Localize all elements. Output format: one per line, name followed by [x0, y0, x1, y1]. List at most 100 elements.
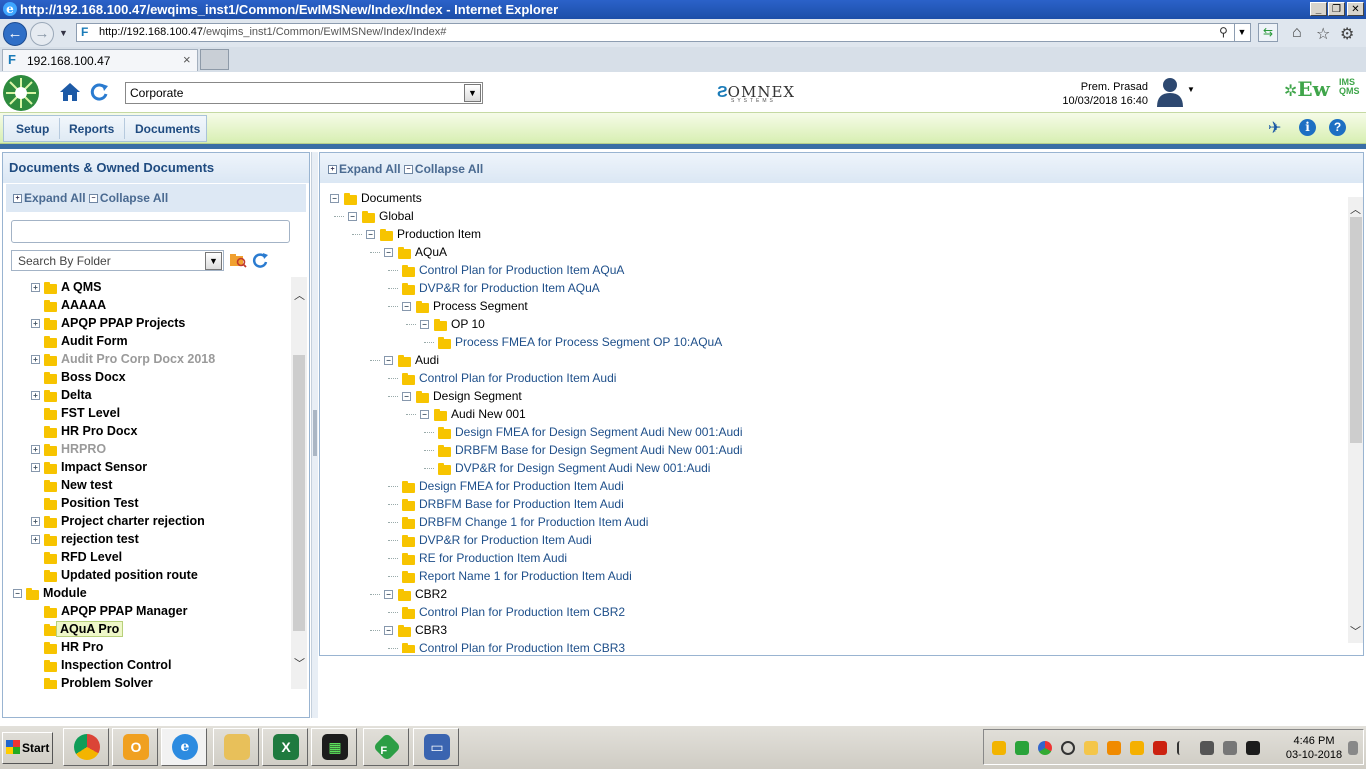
collapse-all-button[interactable]: − Collapse All — [88, 191, 168, 205]
minimize-button[interactable]: _ — [1310, 2, 1327, 16]
document-tree-item[interactable]: DVP&R for Production Item Audi — [320, 531, 1340, 549]
refresh-icon[interactable] — [252, 252, 269, 269]
address-url[interactable]: http://192.168.100.47/ewqims_inst1/Commo… — [99, 26, 446, 38]
close-window-button[interactable]: ✕ — [1347, 2, 1364, 16]
folder-tree-item[interactable]: + rejection test — [3, 531, 288, 549]
document-link[interactable]: DVP&R for Design Segment Audi New 001:Au… — [455, 461, 710, 475]
new-tab-button[interactable] — [200, 49, 229, 70]
network-icon[interactable] — [1200, 741, 1214, 755]
folder-tree-item[interactable]: AAAAA — [3, 297, 288, 315]
flag-icon[interactable] — [1177, 741, 1193, 755]
search-icon[interactable]: ⚲ — [1219, 25, 1228, 39]
update-icon[interactable] — [1107, 741, 1121, 755]
gear-icon[interactable]: ⚙ — [1340, 24, 1354, 44]
forward-button[interactable]: → — [30, 22, 54, 46]
company-select[interactable]: Corporate ▼ — [125, 82, 483, 104]
favorites-star-icon[interactable]: ☆ — [1316, 24, 1330, 44]
folder-tree-item[interactable]: − Process Segment — [320, 297, 1340, 315]
document-tree-item[interactable]: Report Name 1 for Production Item Audi — [320, 567, 1340, 585]
expand-node-icon[interactable]: + — [31, 283, 40, 292]
mail-icon[interactable] — [1084, 741, 1098, 755]
check-icon[interactable] — [1015, 741, 1029, 755]
pin-icon[interactable]: ✈ — [1268, 118, 1281, 138]
expand-node-icon[interactable]: + — [31, 319, 40, 328]
expand-all-button[interactable]: + Expand All — [13, 191, 86, 205]
expand-node-icon[interactable]: + — [31, 445, 40, 454]
document-tree-item[interactable]: DRBFM Base for Design Segment Audi New 0… — [320, 441, 1340, 459]
document-link[interactable]: DRBFM Base for Design Segment Audi New 0… — [455, 443, 742, 457]
compatibility-view-icon[interactable]: ⇆ — [1258, 23, 1278, 42]
search-input[interactable] — [11, 220, 290, 243]
folder-tree-item[interactable]: HR Pro — [3, 639, 288, 657]
collapse-node-icon[interactable]: − — [384, 248, 393, 257]
folder-tree-item[interactable]: + A QMS — [3, 279, 288, 297]
document-tree-item[interactable]: Control Plan for Production Item CBR2 — [320, 603, 1340, 621]
document-tree-item[interactable]: DVP&R for Design Segment Audi New 001:Au… — [320, 459, 1340, 477]
user-menu-dropdown-icon[interactable]: ▼ — [1187, 85, 1195, 94]
document-tree-item[interactable]: Control Plan for Production Item CBR3 — [320, 639, 1340, 653]
collapse-node-icon[interactable]: − — [330, 194, 339, 203]
folder-tree-item[interactable]: − Global — [320, 207, 1340, 225]
chevron-down-icon[interactable]: ▼ — [464, 84, 481, 102]
taskbar-excel[interactable]: X — [262, 728, 308, 766]
home-icon[interactable] — [59, 81, 81, 103]
document-tree-item[interactable]: DVP&R for Production Item AQuA — [320, 279, 1340, 297]
taskbar-explorer[interactable] — [213, 728, 259, 766]
collapse-node-icon[interactable]: − — [384, 590, 393, 599]
document-link[interactable]: Control Plan for Production Item Audi — [419, 371, 616, 385]
scroll-up-icon[interactable]: ︿ — [1350, 201, 1361, 217]
document-link[interactable]: Design FMEA for Production Item Audi — [419, 479, 624, 493]
folder-tree-item[interactable]: − CBR3 — [320, 621, 1340, 639]
collapse-node-icon[interactable]: − — [402, 392, 411, 401]
target-icon[interactable] — [1061, 741, 1075, 755]
taskbar-app[interactable]: ▦ — [311, 728, 357, 766]
folder-tree-item[interactable]: + APQP PPAP Projects — [3, 315, 288, 333]
expand-node-icon[interactable]: + — [31, 463, 40, 472]
document-tree-item[interactable]: Design FMEA for Design Segment Audi New … — [320, 423, 1340, 441]
colorwheel-icon[interactable] — [1038, 741, 1052, 755]
scroll-up-icon[interactable]: ︿ — [294, 287, 305, 303]
document-tree-item[interactable]: DRBFM Base for Production Item Audi — [320, 495, 1340, 513]
document-tree-item[interactable]: RE for Production Item Audi — [320, 549, 1340, 567]
taskbar-remote-desktop[interactable]: ▭ — [413, 728, 459, 766]
scroll-down-icon[interactable]: ﹀ — [1350, 623, 1361, 639]
folder-tree-item[interactable]: − AQuA — [320, 243, 1340, 261]
office-icon[interactable] — [1130, 741, 1144, 755]
browser-tab[interactable]: F 192.168.100.47 × — [2, 49, 198, 71]
document-link[interactable]: Design FMEA for Design Segment Audi New … — [455, 425, 742, 439]
collapse-node-icon[interactable]: − — [402, 302, 411, 311]
folder-tree-item[interactable]: HR Pro Docx — [3, 423, 288, 441]
document-link[interactable]: Process FMEA for Process Segment OP 10:A… — [455, 335, 722, 349]
splitter-handle[interactable] — [313, 410, 317, 456]
folder-tree-item[interactable]: − Production Item — [320, 225, 1340, 243]
history-dropdown-icon[interactable]: ▼ — [59, 28, 68, 38]
right-tree-scroll-thumb[interactable] — [1350, 217, 1362, 443]
folder-tree-item[interactable]: − Documents — [320, 189, 1340, 207]
folder-tree-item[interactable]: − OP 10 — [320, 315, 1340, 333]
back-button[interactable]: ← — [3, 22, 27, 46]
expand-all-button[interactable]: + Expand All — [328, 162, 401, 176]
folder-tree-item[interactable]: Inspection Control — [3, 657, 288, 675]
scroll-down-icon[interactable]: ﹀ — [294, 655, 305, 671]
panel-splitter[interactable] — [311, 152, 318, 718]
home-icon[interactable]: ⌂ — [1292, 24, 1302, 42]
folder-tree-item[interactable]: Problem Solver — [3, 675, 288, 689]
expand-node-icon[interactable]: + — [31, 355, 40, 364]
folder-tree-item[interactable]: − Design Segment — [320, 387, 1340, 405]
document-tree-item[interactable]: DRBFM Change 1 for Production Item Audi — [320, 513, 1340, 531]
maximize-button[interactable]: ❐ — [1328, 2, 1345, 16]
expand-node-icon[interactable]: + — [31, 535, 40, 544]
folder-tree-item[interactable]: − CBR2 — [320, 585, 1340, 603]
menu-documents[interactable]: Documents — [135, 122, 200, 136]
app-logo-icon[interactable] — [2, 74, 40, 112]
folder-tree-item[interactable]: + Delta — [3, 387, 288, 405]
chevron-down-icon[interactable]: ▼ — [205, 252, 222, 270]
info-icon[interactable]: i — [1299, 119, 1316, 136]
collapse-node-icon[interactable]: − — [13, 589, 22, 598]
clock[interactable]: 4:46 PM 03-10-2018 — [1284, 734, 1344, 762]
refresh-icon[interactable] — [89, 82, 109, 102]
document-tree-item[interactable]: Design FMEA for Production Item Audi — [320, 477, 1340, 495]
start-button[interactable]: Start — [2, 732, 53, 764]
folder-tree-item[interactable]: AQuA Pro — [3, 621, 288, 639]
folder-tree-item[interactable]: Boss Docx — [3, 369, 288, 387]
